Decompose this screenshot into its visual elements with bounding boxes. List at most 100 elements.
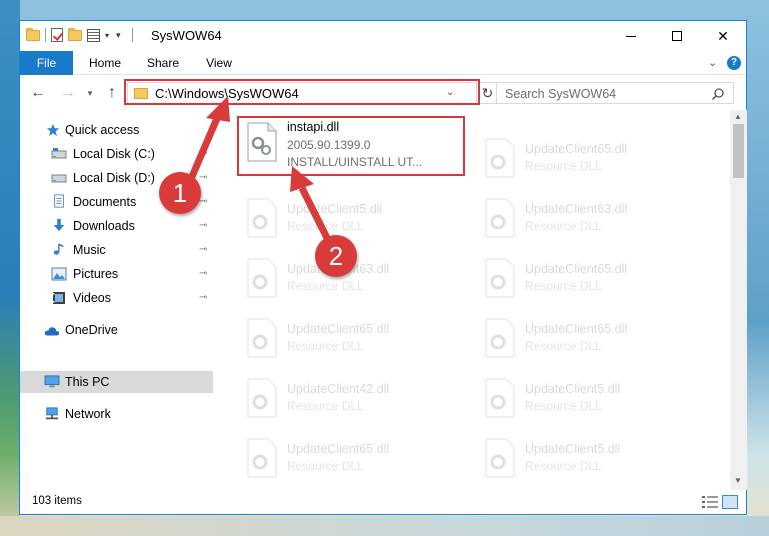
maximize-button[interactable] [654, 21, 700, 51]
dll-file-icon [485, 138, 515, 178]
file-item[interactable]: UpdateClient65.dll Resource DLL [477, 132, 707, 182]
sidebar-item-label: This PC [65, 375, 110, 389]
properties-icon[interactable] [87, 28, 100, 42]
sidebar-item-music[interactable]: Music ⊸ [20, 239, 213, 261]
dll-file-icon [485, 198, 515, 238]
file-type: Resource DLL [525, 399, 602, 413]
file-name: UpdateClient65.dll [525, 142, 628, 156]
dll-file-icon [485, 258, 515, 298]
pin-icon: ⊸ [199, 148, 208, 159]
network-icon [45, 407, 59, 420]
file-item[interactable]: UpdateClient42.dll Resource DLL [239, 372, 469, 422]
videos-icon [53, 292, 65, 304]
folder-icon[interactable] [26, 27, 40, 41]
tiles-view-icon[interactable] [722, 495, 738, 509]
tab-file[interactable]: File [20, 51, 73, 75]
up-button[interactable]: ↑ [102, 83, 122, 103]
status-bar: 103 items [20, 490, 746, 514]
music-icon [53, 243, 64, 255]
pictures-icon [51, 267, 67, 281]
help-icon[interactable]: ? [727, 56, 741, 70]
chevron-down-icon[interactable]: ▾ [105, 31, 109, 40]
scrollbar-thumb[interactable] [733, 124, 744, 178]
sidebar-item-this-pc[interactable]: This PC [20, 371, 213, 393]
sidebar-item-label: Videos [73, 291, 111, 305]
file-item[interactable]: UpdateClient65.dll Resource DLL [477, 252, 707, 302]
file-name: UpdateClient5.dll [287, 202, 383, 216]
file-item[interactable]: UpdateClient5.dll Resource DLL [239, 192, 469, 242]
file-item[interactable]: UpdateClient65.dll Resource DLL [239, 432, 469, 482]
sidebar-item-label: OneDrive [65, 323, 118, 337]
sidebar-item-label: Downloads [73, 219, 135, 233]
forward-button[interactable]: → [58, 83, 78, 103]
tab-share[interactable]: Share [136, 51, 190, 75]
sidebar-item-label: Local Disk (C:) [73, 147, 155, 161]
file-item[interactable]: UpdateClient65.dll Resource DLL [239, 312, 469, 362]
file-type: Resource DLL [525, 339, 602, 353]
ribbon-tabs: File Home Share View ⌄ ? [20, 51, 746, 75]
file-type: Resource DLL [525, 159, 602, 173]
search-input[interactable]: Search SysWOW64 [505, 87, 616, 101]
file-type: Resource DLL [287, 459, 364, 473]
sidebar-item-onedrive[interactable]: OneDrive [20, 319, 213, 341]
close-button[interactable]: ✕ [700, 21, 746, 51]
sidebar-item-quick-access[interactable]: Quick access [20, 119, 213, 141]
item-count: 103 items [32, 495, 82, 507]
step-2-badge: 2 [315, 235, 357, 277]
sidebar-item-label: Local Disk (D:) [73, 171, 155, 185]
file-name: UpdateClient65.dll [287, 322, 390, 336]
sidebar-item-videos[interactable]: Videos ⊸ [20, 287, 213, 309]
new-folder-icon[interactable] [68, 27, 82, 41]
dll-file-icon [485, 438, 515, 478]
file-item[interactable]: UpdateClient5.dll Resource DLL [477, 372, 707, 422]
sidebar-item-pictures[interactable]: Pictures ⊸ [20, 263, 213, 285]
sidebar-item-downloads[interactable]: Downloads ⊸ [20, 215, 213, 237]
close-icon: ✕ [717, 27, 729, 44]
dll-file-icon [247, 318, 277, 358]
file-name: UpdateClient65.dll [287, 442, 390, 456]
drive-icon [51, 148, 67, 159]
file-name: UpdateClient42.dll [287, 382, 390, 396]
properties-check-icon[interactable] [51, 28, 63, 42]
dll-file-icon [485, 378, 515, 418]
tab-view[interactable]: View [192, 51, 246, 75]
file-type: Resource DLL [525, 459, 602, 473]
file-name: UpdateClient5.dll [525, 442, 621, 456]
vertical-scrollbar[interactable]: ▲ ▼ [730, 110, 747, 490]
navigation-pane: Quick access Local Disk (C:) ⊸ Local Dis… [20, 110, 213, 490]
scroll-down-icon[interactable]: ▼ [734, 476, 742, 485]
maximize-icon [672, 31, 682, 41]
sidebar-item-label: Network [65, 407, 111, 421]
file-item[interactable]: UpdateClient5.dll Resource DLL [477, 432, 707, 482]
details-view-icon[interactable] [702, 496, 718, 508]
back-button[interactable]: ← [28, 83, 48, 103]
documents-icon [54, 194, 64, 208]
pin-icon: ⊸ [199, 172, 208, 183]
minimize-icon [626, 35, 636, 37]
file-type: Resource DLL [287, 399, 364, 413]
recent-locations-chevron-icon[interactable]: ▾ [84, 83, 96, 103]
download-icon [53, 218, 65, 232]
drive-icon [51, 174, 67, 183]
file-type: Resource DLL [287, 219, 364, 233]
file-name: UpdateClient5.dll [525, 382, 621, 396]
file-item[interactable]: UpdateClient63.dll Resource DLL [477, 192, 707, 242]
sidebar-item-label: Documents [73, 195, 137, 209]
file-item[interactable]: UpdateClient65.dll Resource DLL [477, 312, 707, 362]
desktop-background-bottom [0, 516, 769, 536]
minimize-button[interactable] [608, 21, 654, 51]
sidebar-item-local-disk-c[interactable]: Local Disk (C:) ⊸ [20, 143, 213, 165]
star-icon [46, 123, 60, 137]
tab-home[interactable]: Home [78, 51, 132, 75]
file-name: UpdateClient63.dll [525, 202, 628, 216]
dll-file-icon [485, 318, 515, 358]
search-box[interactable]: Search SysWOW64 [496, 82, 734, 104]
expand-ribbon-chevron-icon[interactable]: ⌄ [708, 56, 717, 69]
scroll-up-icon[interactable]: ▲ [734, 112, 742, 121]
file-type: Resource DLL [525, 219, 602, 233]
sidebar-item-network[interactable]: Network [20, 403, 213, 425]
quick-access-toolbar: ▾ ▾ [26, 27, 133, 42]
customize-toolbar-icon[interactable]: ▾ [116, 30, 121, 41]
toolbar-separator [131, 28, 133, 42]
title-bar: ▾ ▾ SysWOW64 ✕ [20, 21, 746, 51]
